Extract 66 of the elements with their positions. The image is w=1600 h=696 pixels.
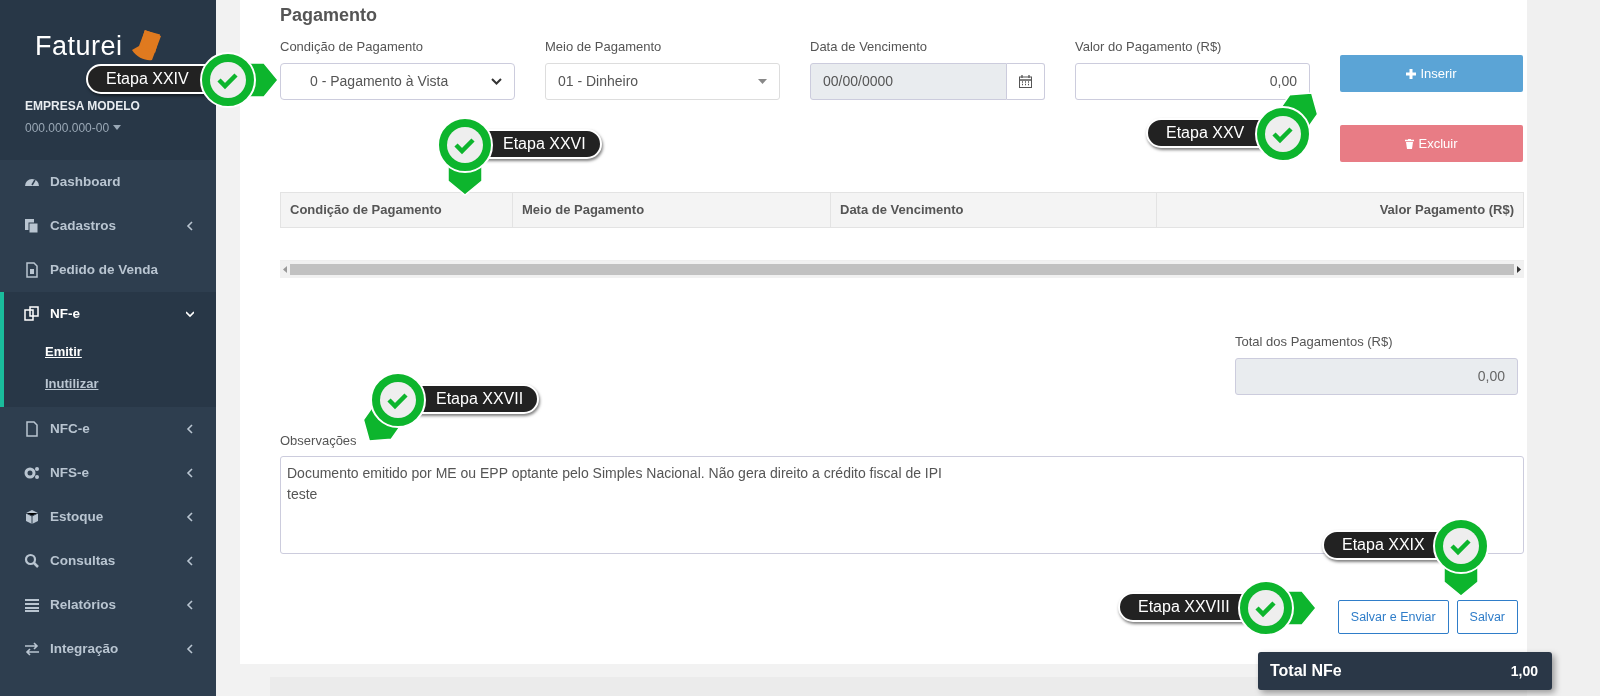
- chevron-left-icon: [186, 600, 194, 610]
- arrow-right-icon: [1517, 266, 1521, 273]
- field-label: Observações: [280, 431, 358, 450]
- menu-item[interactable]: Estoque: [0, 495, 216, 539]
- menu-item[interactable]: Dashboard: [0, 160, 216, 204]
- cube-icon: [24, 509, 40, 525]
- number-field[interactable]: 0,00: [1075, 62, 1310, 100]
- document-icon: [24, 262, 40, 278]
- field-label: Data de Vencimento: [810, 38, 929, 56]
- field-label: Valor do Pagamento (R$): [1075, 38, 1223, 56]
- menu-item[interactable]: Integração: [0, 627, 216, 671]
- menu-item[interactable]: NFC-e: [0, 407, 216, 451]
- file-icon: [24, 421, 40, 437]
- documents-icon: [24, 218, 40, 234]
- calendar-button[interactable]: [1007, 62, 1045, 100]
- arrow-left-icon: [283, 266, 287, 273]
- trash-icon: [1405, 138, 1415, 149]
- gears-icon: [24, 465, 40, 481]
- menu-item[interactable]: NFS-e: [0, 451, 216, 495]
- submenu-item[interactable]: Inutilizar: [4, 367, 216, 399]
- company-name: EMPRESA MODELO: [25, 97, 141, 115]
- save-button[interactable]: Salvar: [1456, 600, 1518, 634]
- company-document: 000.000.000-00: [25, 119, 110, 137]
- field-label: Condição de Pagamento: [280, 38, 425, 56]
- chevron-left-icon: [186, 468, 194, 478]
- scrollbar[interactable]: [280, 261, 1524, 278]
- select-field[interactable]: 0 - Pagamento à Vista: [280, 62, 515, 100]
- caret-icon: [113, 125, 122, 130]
- logo-text: Faturei: [35, 30, 123, 63]
- list-icon: [24, 597, 40, 613]
- check-marker-icon: [1433, 518, 1489, 597]
- chevron-left-icon: [186, 221, 194, 231]
- copy-icon: [24, 306, 40, 322]
- chevron-left-icon: [186, 512, 194, 522]
- section-title: Pagamento: [280, 4, 379, 27]
- menu-item[interactable]: Cadastros: [0, 204, 216, 248]
- submenu-item[interactable]: Emitir: [4, 336, 216, 368]
- company-selector[interactable]: 000.000.000-00: [25, 118, 122, 137]
- check-marker-icon: [362, 372, 426, 442]
- chevron-left-icon: [186, 424, 194, 434]
- column-header: Meio de Pagamento: [513, 193, 831, 227]
- check-marker-icon: [1238, 580, 1317, 636]
- chevron-down-icon: [186, 309, 194, 319]
- field-label: Total dos Pagamentos (R$): [1235, 333, 1394, 351]
- menu-item[interactable]: Pedido de Venda: [0, 248, 216, 292]
- save-send-button[interactable]: Salvar e Enviar: [1337, 600, 1449, 634]
- column-header: Valor Pagamento (R$): [1378, 201, 1515, 220]
- menu-item[interactable]: NF-e: [4, 292, 216, 336]
- total-label: Total NFe: [1270, 661, 1342, 681]
- select-field[interactable]: 01 - Dinheiro: [545, 62, 780, 100]
- caret-icon: [758, 78, 767, 84]
- arrows-icon: [24, 641, 40, 657]
- column-header: Data de Vencimento: [831, 193, 1157, 227]
- date-field: 00/00/0000: [810, 62, 1007, 100]
- field-label: Meio de Pagamento: [545, 38, 663, 56]
- chevron-left-icon: [186, 556, 194, 566]
- menu-item[interactable]: Consultas: [0, 539, 216, 583]
- chevron-left-icon: [186, 644, 194, 654]
- calendar-icon: [1019, 74, 1032, 88]
- total-value: 1,00: [1510, 661, 1538, 681]
- search-icon: [24, 553, 40, 569]
- menu-item[interactable]: Relatórios: [0, 583, 216, 627]
- total-field: 0,00: [1235, 357, 1518, 395]
- check-marker-icon: [1255, 92, 1319, 162]
- plus-icon: [1406, 68, 1417, 79]
- chevron-down-icon: [491, 77, 502, 85]
